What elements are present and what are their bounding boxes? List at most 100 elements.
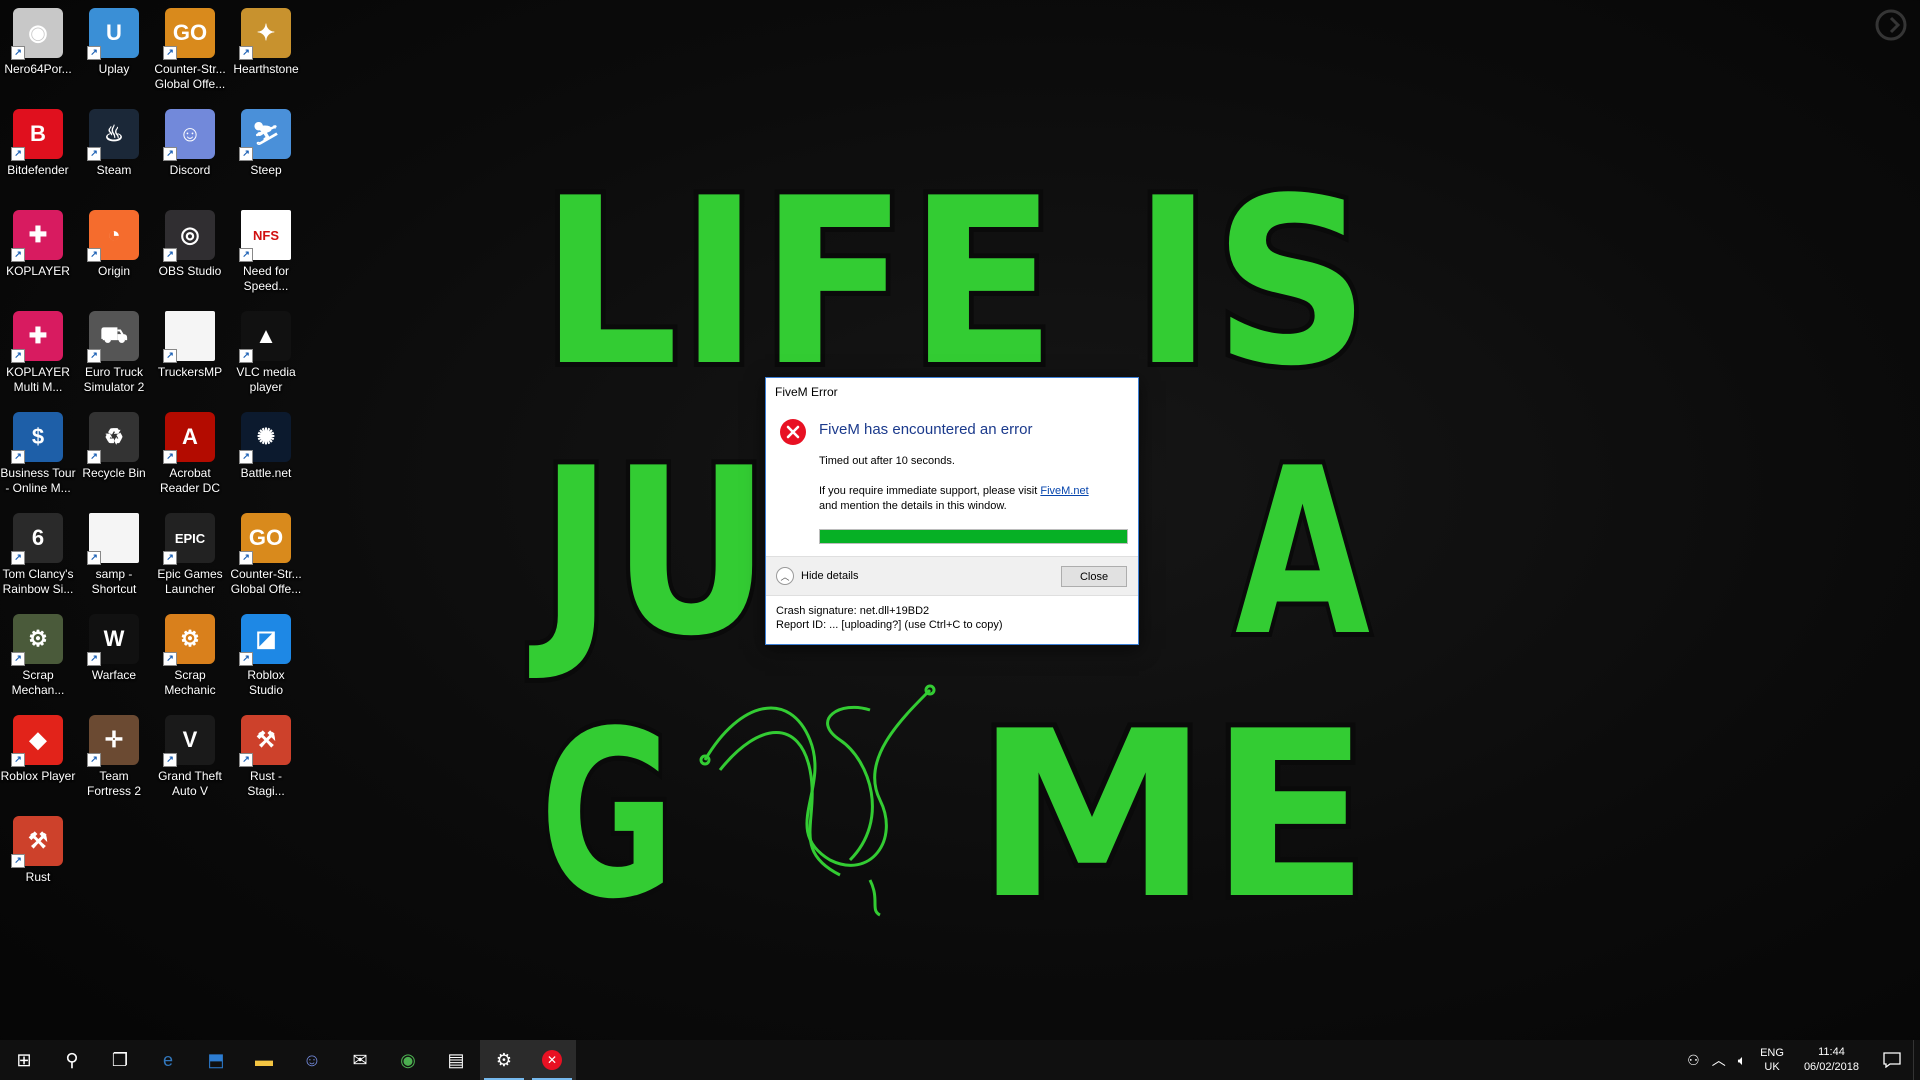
desktop-icon[interactable]: ✚ ↗ KOPLAYER	[0, 206, 77, 302]
chevron-up-icon: ︿	[776, 567, 794, 585]
desktop-icon-label: Battle.net	[240, 466, 292, 480]
taskbar-task-view-button[interactable]: ❐	[96, 1040, 144, 1080]
desktop-icon-grid: ◉ ↗ Nero64Por... U ↗ Uplay GO ↗ Counter-Str... G…	[0, 0, 302, 1040]
taskbar-search-button[interactable]: ⚲	[48, 1040, 96, 1080]
shortcut-arrow-icon: ↗	[239, 450, 253, 464]
shortcut-arrow-icon: ↗	[239, 349, 253, 363]
desktop-icon[interactable]: ◔ ↗ Origin	[75, 206, 153, 302]
desktop-icon[interactable]: GO ↗ Counter-Str... Global Offe...	[227, 509, 305, 605]
shortcut-arrow-icon: ↗	[239, 147, 253, 161]
desktop-icon[interactable]: U ↗ Uplay	[75, 4, 153, 100]
volume-icon[interactable]: 🔈︎	[1732, 1052, 1752, 1069]
file-icon: ↗	[163, 311, 215, 363]
desktop-icon[interactable]: ✦ ↗ Hearthstone	[227, 4, 305, 100]
crash-signature[interactable]: Crash signature: net.dll+19BD2	[776, 604, 1003, 618]
shortcut-arrow-icon: ↗	[11, 147, 25, 161]
hide-details-toggle[interactable]: ︿ Hide details	[776, 567, 858, 585]
shortcut-arrow-icon: ↗	[163, 46, 177, 60]
taskbar-settings-button[interactable]: ⚙	[480, 1040, 528, 1080]
tf2-icon: ✛ ↗	[87, 715, 139, 767]
desktop-icon[interactable]: ↗ TruckersMP	[151, 307, 229, 403]
desktop-icon[interactable]: ♨ ↗ Steam	[75, 105, 153, 201]
shortcut-arrow-icon: ↗	[163, 450, 177, 464]
desktop-icon[interactable]: 6 ↗ Tom Clancy's Rainbow Si...	[0, 509, 77, 605]
desktop-icon[interactable]: ◉ ↗ Nero64Por...	[0, 4, 77, 100]
desktop-icon-label: Rust	[25, 870, 51, 884]
desktop-icon[interactable]: ✚ ↗ KOPLAYER Multi M...	[0, 307, 77, 403]
desktop-icon[interactable]: ♻ ↗ Recycle Bin	[75, 408, 153, 504]
desktop-icon[interactable]: ✺ ↗ Battle.net	[227, 408, 305, 504]
desktop-icon[interactable]: ⚒ ↗ Rust	[0, 812, 77, 908]
koplayer-icon: ✚ ↗	[11, 210, 63, 262]
taskbar-edge-button[interactable]: e	[144, 1040, 192, 1080]
taskbar-store-pinned-button[interactable]: ⬒	[192, 1040, 240, 1080]
desktop-icon[interactable]: ⚙ ↗ Scrap Mechan...	[0, 610, 77, 706]
shortcut-arrow-icon: ↗	[11, 854, 25, 868]
people-icon[interactable]: ⚇	[1681, 1052, 1706, 1069]
desktop-icon-label: Uplay	[98, 62, 130, 76]
report-id[interactable]: Report ID: ... [uploading?] (use Ctrl+C …	[776, 618, 1003, 632]
chevron-up-icon[interactable]: ︿	[1706, 1050, 1732, 1070]
origin-icon: ◔ ↗	[87, 210, 139, 262]
taskbar-store-button[interactable]: ▤	[432, 1040, 480, 1080]
csgo-icon: GO ↗	[239, 513, 291, 565]
store-pinned-icon: ⬒	[207, 1049, 225, 1070]
desktop-icon[interactable]: ↗ samp - Shortcut	[75, 509, 153, 605]
rainbow-six-icon: 6 ↗	[11, 513, 63, 565]
desktop-icon-label: Roblox Studio	[247, 668, 285, 697]
desktop-icon[interactable]: ⛷ ↗ Steep	[227, 105, 305, 201]
obs-icon: ◎ ↗	[163, 210, 215, 262]
desktop-icon[interactable]: EPIC ↗ Epic Games Launcher	[151, 509, 229, 605]
close-button[interactable]: Close	[1061, 566, 1127, 587]
clock[interactable]: 11:44 06/02/2018	[1792, 1045, 1871, 1075]
desktop-icon[interactable]: ◎ ↗ OBS Studio	[151, 206, 229, 302]
desktop-icon-label: Discord	[169, 163, 211, 177]
desktop-icon[interactable]: GO ↗ Counter-Str... Global Offe...	[151, 4, 229, 100]
taskbar-fivem-error-button[interactable]: ✕	[528, 1040, 576, 1080]
shortcut-arrow-icon: ↗	[87, 551, 101, 565]
desktop-icon[interactable]: ⚙ ↗ Scrap Mechanic	[151, 610, 229, 706]
desktop-icon[interactable]: ⚒ ↗ Rust - Stagi...	[227, 711, 305, 807]
nfs-icon: NFS ↗	[239, 210, 291, 262]
support-text-2: and mention the details in this window.	[819, 500, 1007, 512]
desktop-icon-label: Scrap Mechan...	[11, 668, 65, 697]
taskbar-mail-button[interactable]: ✉	[336, 1040, 384, 1080]
taskbar-chrome-button[interactable]: ◉	[384, 1040, 432, 1080]
file-icon: ↗	[87, 513, 139, 565]
taskbar-file-explorer-button[interactable]: ▬	[240, 1040, 288, 1080]
desktop-icon[interactable]: ◆ ↗ Roblox Player	[0, 711, 77, 807]
desktop-icon[interactable]: ▲ ↗ VLC media player	[227, 307, 305, 403]
fivem-support-link[interactable]: FiveM.net	[1040, 485, 1088, 497]
language-indicator[interactable]: ENG UK	[1752, 1046, 1792, 1074]
action-center-icon[interactable]	[1871, 1040, 1913, 1080]
taskbar: ⊞ ⚲ ❐ e ⬒ ▬ ☺ ✉ ◉ ▤ ⚙ ✕ ⚇ ︿ 🔈︎ ENG UK 11:44 06/02/2…	[0, 1040, 1920, 1080]
wallpaper-line-2-left: JU	[529, 420, 770, 687]
taskbar-discord-button[interactable]: ☺	[288, 1040, 336, 1080]
desktop-icon[interactable]: W ↗ Warface	[75, 610, 153, 706]
steam-icon: ♨ ↗	[87, 109, 139, 161]
desktop-icon[interactable]: B ↗ Bitdefender	[0, 105, 77, 201]
discord-icon: ☺ ↗	[163, 109, 215, 161]
desktop-icon[interactable]: ✛ ↗ Team Fortress 2	[75, 711, 153, 807]
desktop-icon[interactable]: A ↗ Acrobat Reader DC	[151, 408, 229, 504]
shortcut-arrow-icon: ↗	[239, 551, 253, 565]
taskbar-start-button[interactable]: ⊞	[0, 1040, 48, 1080]
desktop-icon[interactable]: ☺ ↗ Discord	[151, 105, 229, 201]
desktop-icon-label: Bitdefender	[7, 163, 69, 177]
scrap-mechanic-icon: ⚙ ↗	[163, 614, 215, 666]
clock-date: 06/02/2018	[1803, 1061, 1859, 1073]
show-desktop-button[interactable]	[1913, 1040, 1920, 1080]
desktop-icon[interactable]: NFS ↗ Need for Speed...	[227, 206, 305, 302]
start-icon: ⊞	[16, 1049, 32, 1070]
desktop-icon[interactable]: ◪ ↗ Roblox Studio	[227, 610, 305, 706]
desktop-icon-label: Roblox Player	[0, 769, 76, 783]
desktop-icon[interactable]: ⛟ ↗ Euro Truck Simulator 2	[75, 307, 153, 403]
desktop-icon[interactable]: V ↗ Grand Theft Auto V	[151, 711, 229, 807]
shortcut-arrow-icon: ↗	[11, 248, 25, 262]
shortcut-arrow-icon: ↗	[239, 46, 253, 60]
system-tray: ⚇ ︿ 🔈︎ ENG UK 11:44 06/02/2018	[1681, 1040, 1920, 1080]
shortcut-arrow-icon: ↗	[87, 147, 101, 161]
desktop-icon[interactable]: $ ↗ Business Tour - Online M...	[0, 408, 77, 504]
dialog-button-bar: ︿ Hide details Close	[766, 556, 1138, 596]
progress-fill	[820, 530, 1127, 543]
